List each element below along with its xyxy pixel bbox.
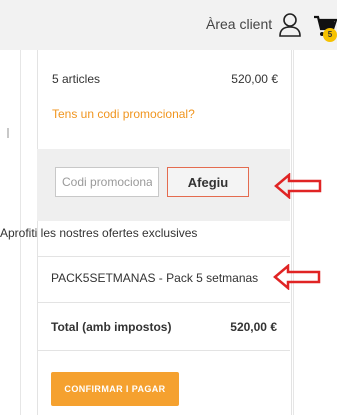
left-arrow-annotation-icon <box>274 173 322 199</box>
offer-item[interactable]: PACK5SETMANAS - Pack 5 setmanas <box>51 271 258 285</box>
user-outline-icon[interactable] <box>279 13 301 37</box>
page-border-right <box>293 50 294 415</box>
total-row: Total (amb impostos) 520,00 € <box>51 320 277 334</box>
add-promo-button[interactable]: Afegiu <box>167 167 249 197</box>
promo-code-box: Afegiu <box>37 149 290 221</box>
divider <box>37 350 290 351</box>
left-arrow-annotation-icon <box>273 264 321 290</box>
promo-code-link[interactable]: Tens un codi promocional? <box>52 107 195 121</box>
articles-price: 520,00 € <box>231 72 278 86</box>
articles-count-label: 5 articles <box>52 72 101 86</box>
total-price: 520,00 € <box>230 320 277 334</box>
divider <box>37 256 290 257</box>
cart-count-badge: 5 <box>323 28 337 42</box>
page-edge-mark <box>7 128 9 138</box>
articles-row: 5 articles 520,00 € <box>52 72 278 86</box>
area-client-link[interactable]: Àrea client <box>206 16 272 32</box>
promo-code-input[interactable] <box>55 167 159 197</box>
divider <box>37 302 290 303</box>
top-bar: Àrea client 5 <box>0 0 337 50</box>
confirm-and-pay-button[interactable]: CONFIRMAR I PAGAR <box>51 372 179 406</box>
total-label: Total (amb impostos) <box>51 320 172 334</box>
exclusive-offers-label: Aprofiti les nostres ofertes exclusives <box>0 226 198 240</box>
